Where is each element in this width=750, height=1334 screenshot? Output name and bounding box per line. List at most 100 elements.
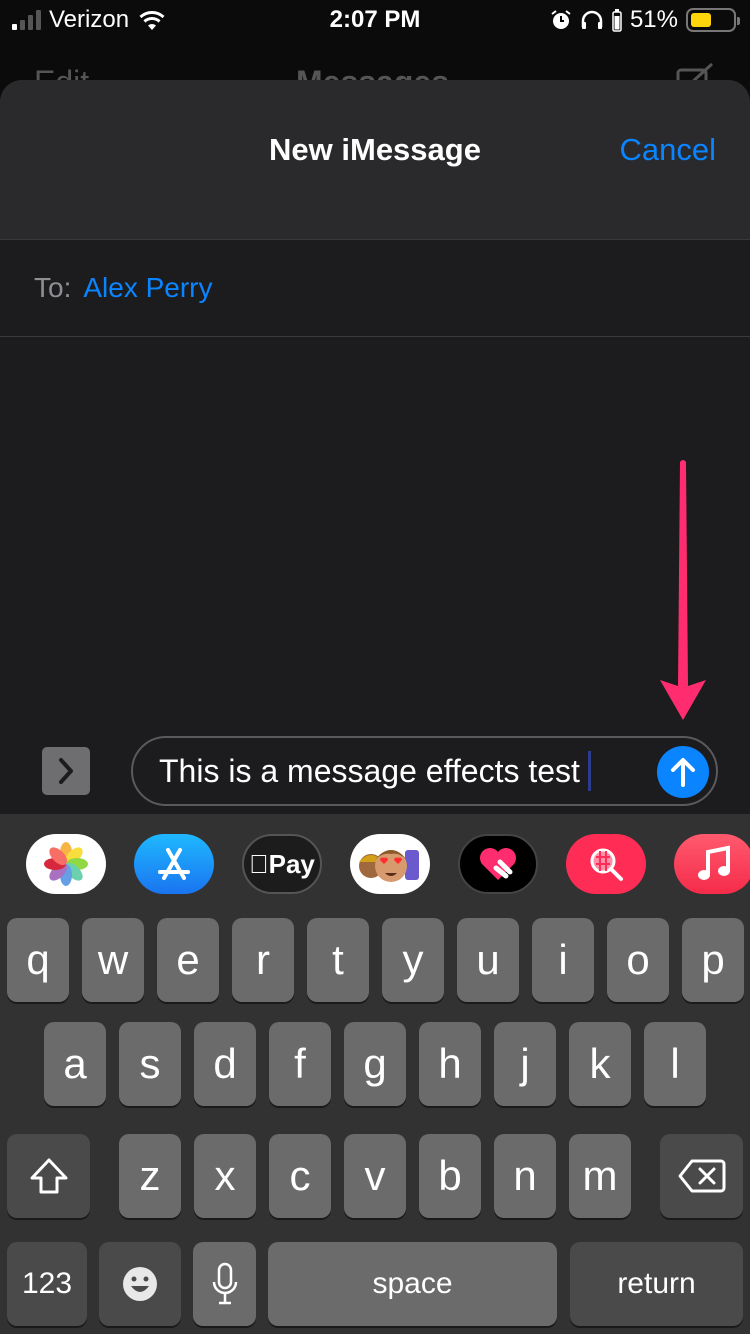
key-h[interactable]: h <box>419 1022 481 1106</box>
key-y-label: y <box>402 936 424 983</box>
arrow-down-icon <box>660 460 706 720</box>
key-w[interactable]: w <box>82 918 144 1002</box>
app-digital-touch[interactable] <box>458 834 538 894</box>
return-key[interactable]: return <box>570 1242 743 1326</box>
send-button[interactable] <box>657 746 709 798</box>
key-w-label: w <box>97 936 129 983</box>
to-label: To: <box>34 272 72 303</box>
message-text[interactable]: This is a message effects test <box>159 753 580 790</box>
key-b-label: b <box>438 1152 462 1199</box>
emoji-key[interactable] <box>99 1242 181 1326</box>
photos-icon <box>44 842 88 886</box>
key-f-label: f <box>294 1040 306 1087</box>
key-i[interactable]: i <box>532 918 594 1002</box>
shift-icon <box>30 1158 67 1194</box>
digital-touch-icon <box>480 848 516 880</box>
delete-key[interactable] <box>660 1134 743 1218</box>
key-v[interactable]: v <box>344 1134 406 1218</box>
shift-key[interactable] <box>7 1134 90 1218</box>
key-a[interactable]: a <box>44 1022 106 1106</box>
space-key-label: space <box>372 1267 453 1300</box>
app-apple-pay[interactable]: Pay <box>242 834 322 894</box>
key-y[interactable]: y <box>382 918 444 1002</box>
battery-icon <box>686 8 740 32</box>
expand-apps-button[interactable] <box>42 747 90 795</box>
key-d[interactable]: d <box>194 1022 256 1106</box>
app-store-icon <box>158 848 190 880</box>
headphone-battery-icon <box>612 9 622 32</box>
music-icon <box>698 845 730 880</box>
keyboard: Pay <box>0 814 750 1334</box>
app-memoji[interactable] <box>350 834 430 894</box>
key-o-label: o <box>626 936 650 983</box>
key-h-label: h <box>438 1040 462 1087</box>
app-music[interactable] <box>674 834 750 894</box>
text-caret <box>587 751 591 791</box>
microphone-icon <box>212 1262 237 1305</box>
numbers-key-label: 123 <box>21 1267 73 1300</box>
recipient-field[interactable]: To: Alex Perry <box>0 240 750 337</box>
key-m-label: m <box>582 1152 618 1199</box>
key-s-label: s <box>139 1040 161 1087</box>
memoji-icon <box>359 850 419 882</box>
key-g[interactable]: g <box>344 1022 406 1106</box>
key-b[interactable]: b <box>419 1134 481 1218</box>
key-e-label: e <box>176 936 200 983</box>
key-n-label: n <box>513 1152 537 1199</box>
arrow-up-icon <box>671 758 695 787</box>
key-r-label: r <box>256 936 270 983</box>
key-x[interactable]: x <box>194 1134 256 1218</box>
key-j[interactable]: j <box>494 1022 556 1106</box>
key-c[interactable]: c <box>269 1134 331 1218</box>
key-f[interactable]: f <box>269 1022 331 1106</box>
key-m[interactable]: m <box>569 1134 631 1218</box>
headphones-icon <box>581 10 603 29</box>
emoji-icon <box>123 1267 157 1301</box>
sheet-header: New iMessage Cancel <box>0 80 750 240</box>
key-r[interactable]: r <box>232 918 294 1002</box>
key-e[interactable]: e <box>157 918 219 1002</box>
key-c-label: c <box>289 1152 311 1199</box>
key-l[interactable]: l <box>644 1022 706 1106</box>
key-x-label: x <box>214 1152 236 1199</box>
image-search-icon <box>590 848 623 881</box>
key-k[interactable]: k <box>569 1022 631 1106</box>
chevron-right-icon <box>59 758 73 784</box>
app-drawer: Pay <box>0 834 750 896</box>
key-p-label: p <box>701 936 725 983</box>
key-p[interactable]: p <box>682 918 744 1002</box>
key-u[interactable]: u <box>457 918 519 1002</box>
key-o[interactable]: o <box>607 918 669 1002</box>
battery-level <box>691 13 712 27</box>
battery-percent: 51% <box>629 6 678 33</box>
return-key-label: return <box>617 1267 696 1300</box>
app-image-search[interactable] <box>566 834 646 894</box>
space-key[interactable]: space <box>268 1242 557 1326</box>
key-i-label: i <box>558 936 568 983</box>
cancel-button[interactable]: Cancel <box>620 132 717 168</box>
key-a-label: a <box>63 1040 87 1087</box>
key-q[interactable]: q <box>7 918 69 1002</box>
key-g-label: g <box>363 1040 387 1087</box>
app-photos[interactable] <box>26 834 106 894</box>
key-v-label: v <box>364 1152 386 1199</box>
key-z-label: z <box>139 1152 161 1199</box>
key-n[interactable]: n <box>494 1134 556 1218</box>
key-s[interactable]: s <box>119 1022 181 1106</box>
dictation-key[interactable] <box>193 1242 256 1326</box>
numbers-key[interactable]: 123 <box>7 1242 87 1326</box>
recipient-token[interactable]: Alex Perry <box>83 272 212 304</box>
message-input[interactable]: This is a message effects test <box>131 736 718 806</box>
apple-pay-icon: Pay <box>249 848 315 879</box>
key-d-label: d <box>213 1040 237 1087</box>
key-k-label: k <box>589 1040 611 1087</box>
key-t[interactable]: t <box>307 918 369 1002</box>
status-bar: Verizon 2:07 PM 51% <box>0 0 750 40</box>
key-z[interactable]: z <box>119 1134 181 1218</box>
key-u-label: u <box>476 936 500 983</box>
key-j-label: j <box>520 1040 530 1087</box>
delete-icon <box>678 1159 725 1193</box>
alarm-icon <box>551 10 571 29</box>
key-q-label: q <box>26 936 50 983</box>
app-app-store[interactable] <box>134 834 214 894</box>
